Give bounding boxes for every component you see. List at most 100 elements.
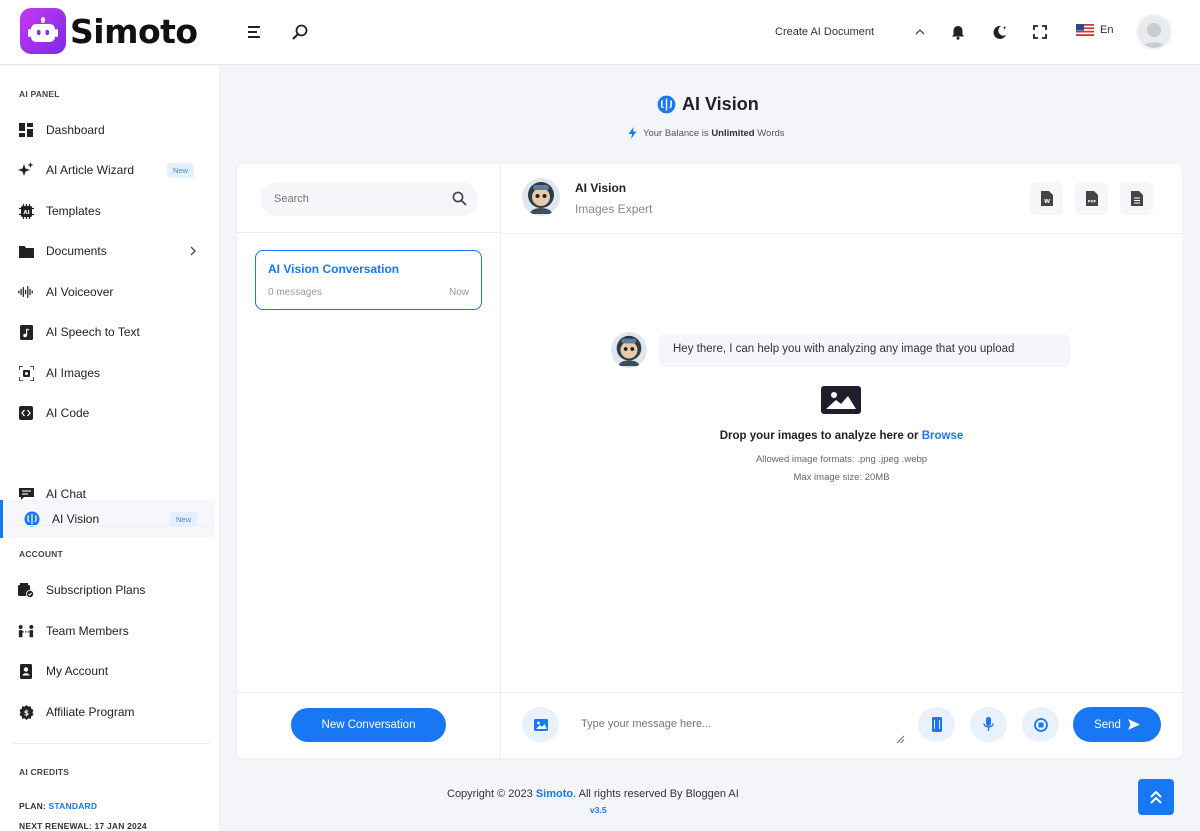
new-badge: New [167, 162, 195, 178]
user-avatar[interactable] [1136, 14, 1172, 50]
sidebar-item-label: Dashboard [46, 123, 105, 137]
send-label: Send [1094, 718, 1121, 731]
sidebar-item-label: Team Members [46, 624, 129, 638]
conversation-item[interactable]: AI Vision Conversation 0 messages Now [255, 250, 482, 310]
bot-avatar [611, 332, 647, 368]
us-flag-icon [1076, 24, 1094, 36]
chat-icon [18, 486, 34, 502]
sidebar-item-label: AI Voiceover [46, 285, 114, 299]
conversation-list-pane: AI Vision Conversation 0 messages Now Ne… [237, 164, 501, 758]
sidebar-item-label: Documents [46, 244, 107, 258]
chat-pane: AI Vision Images Expert W PDF Hey there,… [501, 164, 1182, 758]
drop-zone-text: Drop your images to analyze here or Brow… [719, 430, 964, 442]
footer-copyright: Copyright © 2023 Simoto. All rights rese… [447, 788, 739, 800]
sidebar-item-label: AI Chat [46, 487, 87, 501]
sidebar-item-ai-article-wizard[interactable]: AI Article Wizard New [0, 151, 215, 189]
sidebar-item-templates[interactable]: AI Templates [0, 192, 215, 230]
fullscreen-icon[interactable] [1030, 22, 1050, 42]
dashboard-icon [18, 122, 34, 138]
text-file-icon [1130, 191, 1143, 206]
sidebar-item-label: AI Code [46, 406, 90, 420]
export-text-button[interactable] [1120, 182, 1153, 215]
new-conversation-button[interactable]: New Conversation [291, 708, 446, 742]
svg-text:PDF: PDF [1087, 199, 1096, 204]
double-chevron-up-icon [1150, 790, 1162, 804]
svg-text:AI: AI [23, 210, 29, 216]
ai-credits-title: AI CREDITS [19, 767, 70, 777]
resize-handle-icon[interactable] [896, 735, 905, 744]
allowed-formats: Allowed image formats: .png .jpeg .webp [755, 454, 928, 465]
attach-image-button[interactable] [522, 707, 559, 742]
search-icon[interactable] [452, 191, 467, 206]
sparkle-icon [18, 162, 34, 178]
sidebar-item-dashboard[interactable]: Dashboard [0, 111, 215, 149]
waveform-icon [18, 284, 34, 300]
top-header: Simoto Create AI Document En [0, 0, 1200, 65]
sidebar-item-team-members[interactable]: Team Members [0, 612, 215, 650]
svg-text:$: $ [23, 708, 28, 717]
svg-text:W: W [1043, 199, 1049, 205]
book-icon [931, 717, 942, 732]
lightning-icon [628, 127, 637, 139]
sidebar-item-label: AI Vision [52, 512, 100, 526]
ai-chip-icon: AI [18, 203, 34, 219]
chevron-up-icon[interactable] [910, 22, 930, 42]
prompt-library-button[interactable] [918, 707, 955, 742]
sidebar-item-label: AI Speech to Text [46, 325, 140, 339]
code-icon [18, 405, 34, 421]
sidebar-item-ai-images[interactable]: AI Images [0, 354, 215, 392]
search-input[interactable] [274, 182, 444, 216]
bot-role: Images Expert [575, 202, 653, 216]
image-scan-icon [18, 365, 34, 381]
pane-divider [237, 232, 501, 233]
sidebar-item-ai-speech-to-text[interactable]: AI Speech to Text [0, 313, 215, 351]
stop-icon [1033, 717, 1048, 732]
stop-button[interactable] [1022, 707, 1059, 742]
subscription-icon [18, 582, 34, 598]
bot-name: AI Vision [575, 181, 627, 195]
chat-card: AI Vision Conversation 0 messages Now Ne… [237, 164, 1182, 758]
brain-icon [657, 95, 676, 114]
account-icon [18, 663, 34, 679]
sidebar-item-label: AI Article Wizard [46, 163, 135, 177]
sidebar-item-affiliate-program[interactable]: $ Affiliate Program [0, 693, 215, 731]
sidebar-divider [13, 525, 210, 526]
microphone-icon [983, 717, 994, 731]
bot-avatar [522, 178, 560, 216]
voice-input-button[interactable] [970, 707, 1007, 742]
balance-info: Your Balance is Unlimited Words [628, 127, 785, 139]
image-upload-icon[interactable] [821, 386, 861, 414]
sidebar-item-ai-chat[interactable]: AI Chat [0, 475, 215, 513]
image-icon [533, 718, 548, 731]
sidebar-item-documents[interactable]: Documents [0, 232, 215, 270]
sidebar-item-my-account[interactable]: My Account [0, 652, 215, 690]
ai-panel-title: AI PANEL [19, 89, 60, 99]
create-ai-document-menu[interactable]: Create AI Document [775, 26, 874, 38]
sidebar-item-ai-code[interactable]: AI Code [0, 394, 215, 432]
conversation-message-count: 0 messages [268, 287, 322, 298]
send-button[interactable]: Send [1073, 707, 1161, 742]
export-word-button[interactable]: W [1030, 182, 1063, 215]
chevron-right-icon [190, 246, 196, 256]
menu-toggle-icon[interactable] [245, 22, 265, 42]
search-icon[interactable] [290, 22, 310, 42]
conversation-title: AI Vision Conversation [268, 262, 400, 276]
account-title: ACCOUNT [19, 549, 63, 559]
chat-footer-divider [501, 692, 1182, 693]
sidebar-item-ai-voiceover[interactable]: AI Voiceover [0, 273, 215, 311]
language-selector[interactable]: En [1076, 24, 1113, 36]
folder-icon [18, 243, 34, 259]
scroll-to-top-button[interactable] [1138, 779, 1174, 815]
team-icon [18, 623, 34, 639]
export-pdf-button[interactable]: PDF [1075, 182, 1108, 215]
footer-brand[interactable]: Simoto [536, 788, 573, 800]
bell-icon[interactable] [948, 22, 968, 42]
dark-mode-icon[interactable] [990, 22, 1010, 42]
browse-link[interactable]: Browse [922, 430, 964, 442]
sidebar-item-subscription-plans[interactable]: Subscription Plans [0, 571, 215, 609]
logo[interactable]: Simoto [20, 8, 198, 54]
message-input[interactable] [581, 709, 906, 749]
conversation-time: Now [448, 287, 469, 298]
send-icon [1127, 719, 1140, 730]
language-label: En [1100, 24, 1114, 36]
